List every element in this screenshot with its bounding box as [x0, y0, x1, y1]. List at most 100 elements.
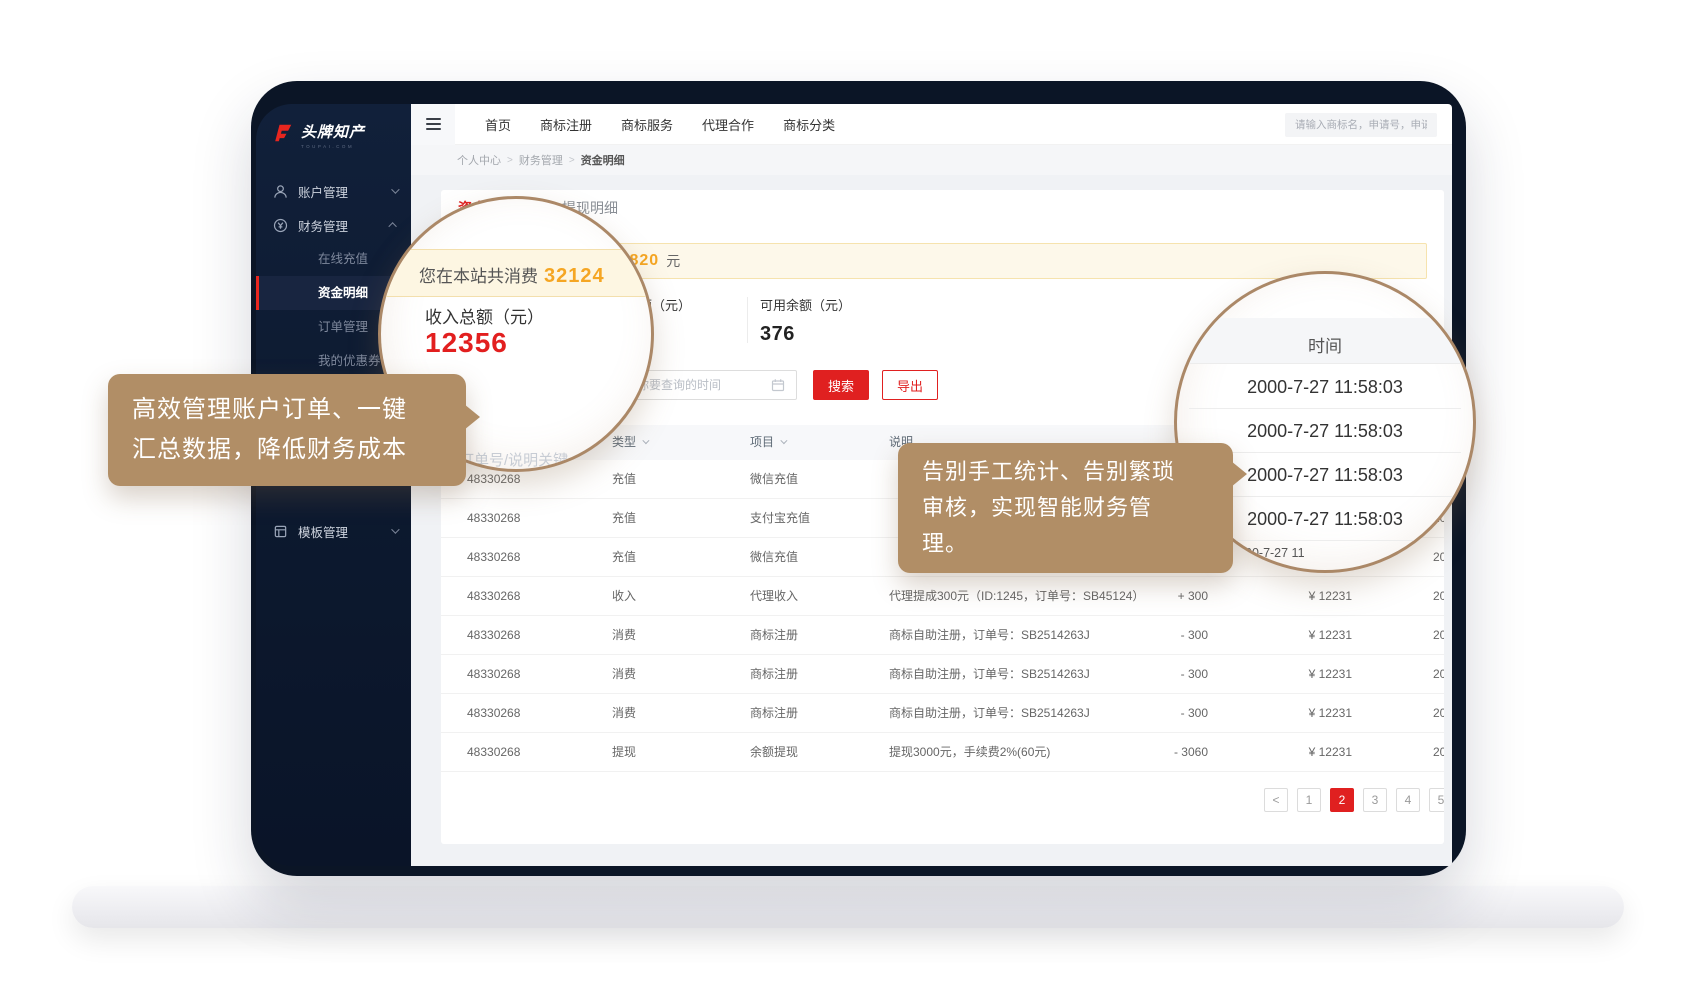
breadcrumb-separator: >	[507, 155, 513, 166]
col-type[interactable]: 类型	[612, 425, 647, 460]
breadcrumb-item[interactable]: 个人中心	[457, 152, 501, 168]
table-row: 48330268 消费 商标注册 商标自助注册，订单号：SB2514263J -…	[441, 616, 1444, 655]
top-navbar: 首页 商标注册 商标服务 代理合作 商标分类	[411, 104, 1452, 145]
search-button[interactable]: 搜索	[813, 370, 869, 400]
table-row: 48330268 消费 商标注册 商标自助注册，订单号：SB2514263J -…	[441, 694, 1444, 733]
page-button-2[interactable]: 2	[1330, 788, 1354, 812]
magnified-stat-value: 12356	[425, 327, 508, 359]
cell-time: 2000-7-27 11:58:03	[1433, 538, 1444, 577]
table-row: 48330268 消费 商标注册 商标自助注册，订单号：SB2514263J -…	[441, 655, 1444, 694]
brand-name: 头牌知产	[301, 121, 365, 142]
export-button[interactable]: 导出	[882, 370, 938, 400]
laptop-base	[72, 886, 1624, 928]
cell-type: 收入	[612, 577, 636, 616]
col-project[interactable]: 项目	[750, 425, 785, 460]
user-icon	[273, 184, 288, 199]
cell-amount: - 300	[1100, 616, 1208, 655]
cell-amount: + 300	[1100, 577, 1208, 616]
row-separator	[1189, 408, 1461, 409]
cell-amount: - 3060	[1100, 733, 1208, 772]
cell-project: 商标注册	[750, 616, 798, 655]
cell-balance: ¥ 12231	[1250, 616, 1352, 655]
cell-type: 消费	[612, 694, 636, 733]
sidebar-item-template[interactable]: 模板管理	[256, 514, 411, 548]
callout-arrow-icon	[1231, 461, 1247, 487]
page-background: 头牌知产 TOUPAI.COM 账户管理	[0, 0, 1696, 1002]
cell-order: 48330268	[467, 655, 520, 694]
cell-order: 48330268	[467, 499, 520, 538]
template-icon	[273, 524, 288, 539]
brand-logo: 头牌知产 TOUPAI.COM	[256, 104, 411, 150]
cell-order: 48330268	[467, 577, 520, 616]
breadcrumb-current: 资金明细	[581, 152, 625, 168]
sidebar-item-label: 模板管理	[298, 522, 381, 541]
cell-type: 提现	[612, 733, 636, 772]
breadcrumb-item[interactable]: 财务管理	[519, 152, 563, 168]
sidebar-item-finance[interactable]: 财务管理	[256, 208, 411, 242]
cell-project: 支付宝充值	[750, 499, 810, 538]
hamburger-icon	[426, 118, 441, 130]
nav-tab-agency[interactable]: 代理合作	[702, 115, 754, 134]
cell-project: 微信充值	[750, 538, 798, 577]
sidebar-item-account[interactable]: 账户管理	[256, 174, 411, 208]
cell-time: 2000-7-27 11:58:03	[1433, 733, 1444, 772]
nav-tab-trademark-service[interactable]: 商标服务	[621, 115, 673, 134]
brand-logo-icon	[272, 122, 294, 149]
cell-order: 48330268	[467, 538, 520, 577]
cell-desc: 商标自助注册，订单号：SB2514263J	[889, 655, 1090, 694]
calendar-icon	[771, 378, 785, 397]
sort-chevron-icon	[642, 437, 649, 444]
cell-project: 代理收入	[750, 577, 798, 616]
stat-value: 376	[760, 323, 851, 346]
magnified-table-header: 订单号/说明关键	[459, 449, 568, 470]
cell-time: 2000-7-27 11:58:03	[1433, 616, 1444, 655]
cell-balance: ¥ 12231	[1250, 733, 1352, 772]
callout-text-line: 理。	[922, 526, 1233, 562]
page-button-5[interactable]: 5	[1429, 788, 1444, 812]
cell-time: 2000-7-27 11:58:03	[1433, 577, 1444, 616]
cell-balance: ¥ 12231	[1250, 577, 1352, 616]
cell-balance: ¥ 12231	[1250, 655, 1352, 694]
cell-project: 商标注册	[750, 655, 798, 694]
cell-type: 充值	[612, 538, 636, 577]
partial-time-text: 00-7-27 11	[1245, 546, 1305, 560]
cell-type: 消费	[612, 616, 636, 655]
table-row: 48330268 收入 代理收入 代理提成300元（ID:1245，订单号：SB…	[441, 577, 1444, 616]
stat-label: 可用余额（元）	[760, 295, 851, 314]
brand-domain: TOUPAI.COM	[301, 144, 365, 149]
nav-tab-home[interactable]: 首页	[485, 115, 511, 134]
trademark-search-input[interactable]	[1285, 113, 1437, 137]
magnified-notice-text: 您在本站共消费32124	[419, 262, 605, 288]
menu-toggle-button[interactable]	[411, 104, 455, 145]
callout-text-line: 告别手工统计、告别繁琐	[922, 454, 1233, 490]
callout-text-line: 高效管理账户订单、一键	[132, 390, 466, 430]
cell-type: 充值	[612, 499, 636, 538]
cell-time: 2000-7-27 11:58:03	[1433, 694, 1444, 733]
cell-order: 48330268	[467, 694, 520, 733]
page-button-4[interactable]: 4	[1396, 788, 1420, 812]
prev-page-button[interactable]: <	[1264, 788, 1288, 812]
cell-order: 48330268	[467, 733, 520, 772]
cell-desc: 提现3000元，手续费2%(60元)	[889, 733, 1050, 772]
cell-project: 微信充值	[750, 460, 798, 499]
top-nav-tabs: 首页 商标注册 商标服务 代理合作 商标分类	[485, 115, 835, 134]
sidebar-item-label: 财务管理	[298, 216, 381, 235]
nav-tab-trademark-register[interactable]: 商标注册	[540, 115, 592, 134]
callout-arrow-icon	[464, 404, 480, 430]
chevron-down-icon	[391, 185, 399, 193]
magnified-time-header-band: 时间	[1174, 318, 1476, 364]
pagination: < 1 2 3 4 5	[1264, 788, 1444, 812]
sidebar-item-label: 账户管理	[298, 182, 381, 201]
magnified-stat-label: 收入总额（元）	[425, 303, 544, 328]
cell-amount: - 300	[1100, 694, 1208, 733]
callout-right: 告别手工统计、告别繁琐 审核，实现智能财务管 理。	[898, 443, 1233, 573]
nav-tab-trademark-class[interactable]: 商标分类	[783, 115, 835, 134]
magnified-time-row: 2000-7-27 11:58:03	[1177, 421, 1473, 442]
table-row: 48330268 提现 余额提现 提现3000元，手续费2%(60元) - 30…	[441, 733, 1444, 772]
callout-text-line: 汇总数据，降低财务成本	[132, 430, 466, 470]
cell-desc: 商标自助注册，订单号：SB2514263J	[889, 694, 1090, 733]
page-button-3[interactable]: 3	[1363, 788, 1387, 812]
page-button-1[interactable]: 1	[1297, 788, 1321, 812]
cell-desc: 商标自助注册，订单号：SB2514263J	[889, 616, 1090, 655]
chevron-up-icon	[388, 222, 396, 230]
